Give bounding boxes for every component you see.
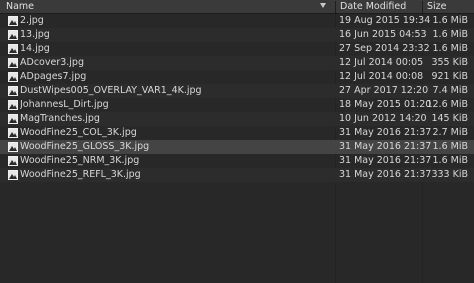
file-date-modified: 18 May 2015 01:20	[339, 99, 432, 110]
file-row[interactable]: WoodFine25_NRM_3K.jpg 31 May 2016 21:37 1.…	[0, 154, 474, 168]
file-size: 1.6 MiB	[432, 15, 468, 26]
size-column-header[interactable]: Size	[423, 0, 474, 14]
file-size: 921 KiB	[431, 71, 468, 82]
file-size: 1.6 MiB	[432, 155, 468, 166]
file-date-modified: 27 Sep 2014 23:32	[339, 43, 430, 54]
file-size: 12.6 MiB	[426, 99, 468, 110]
file-row[interactable]: DustWipes005_OVERLAY_VAR1_4K.jpg 27 Apr 2…	[0, 84, 474, 98]
file-row[interactable]: MagTranches.jpg 10 Jun 2012 14:20 145 KiB	[0, 112, 474, 126]
file-date-modified: 16 Jun 2015 04:53	[339, 29, 427, 40]
image-file-icon	[8, 58, 18, 68]
image-file-icon	[8, 16, 18, 26]
file-name: ADpages7.jpg	[20, 71, 87, 82]
file-row[interactable]: WoodFine25_REFL_3K.jpg 31 May 2016 21:37 3…	[0, 168, 474, 182]
file-date-modified: 12 Jul 2014 00:08	[339, 71, 424, 82]
file-size: 355 KiB	[431, 57, 468, 68]
file-name: WoodFine25_REFL_3K.jpg	[20, 169, 141, 180]
file-row[interactable]: WoodFine25_COL_3K.jpg 31 May 2016 21:37 2.…	[0, 126, 474, 140]
file-name: JohannesL_Dirt.jpg	[20, 99, 109, 110]
file-size: 7.4 MiB	[432, 85, 468, 96]
image-file-icon	[8, 30, 18, 40]
image-file-icon	[8, 170, 18, 180]
name-column-header[interactable]: Name	[0, 0, 335, 14]
file-name: MagTranches.jpg	[20, 113, 100, 124]
image-file-icon	[8, 44, 18, 54]
file-name: WoodFine25_NRM_3K.jpg	[20, 155, 140, 166]
image-file-icon	[8, 100, 18, 110]
file-date-modified: 31 May 2016 21:37	[339, 169, 432, 180]
file-list: 2.jpg 19 Aug 2015 19:34 1.6 MiB 13.jpg 16 Ju…	[0, 14, 474, 182]
image-file-icon	[8, 86, 18, 96]
file-date-modified: 31 May 2016 21:37	[339, 127, 432, 138]
file-row[interactable]: 14.jpg 27 Sep 2014 23:32 1.6 MiB	[0, 42, 474, 56]
file-row[interactable]: 2.jpg 19 Aug 2015 19:34 1.6 MiB	[0, 14, 474, 28]
sort-descending-icon[interactable]	[320, 3, 326, 8]
file-row[interactable]: JohannesL_Dirt.jpg 18 May 2015 01:20 12.6 …	[0, 98, 474, 112]
file-date-modified: 31 May 2016 21:37	[339, 141, 432, 152]
file-row[interactable]: WoodFine25_GLOSS_3K.jpg 31 May 2016 21:37…	[0, 140, 474, 154]
file-date-modified: 19 Aug 2015 19:34	[339, 15, 431, 26]
file-name: WoodFine25_GLOSS_3K.jpg	[20, 141, 150, 152]
file-name: WoodFine25_COL_3K.jpg	[20, 127, 137, 138]
file-name: 2.jpg	[20, 15, 44, 26]
image-file-icon	[8, 128, 18, 138]
image-file-icon	[8, 72, 18, 82]
file-name: ADcover3.jpg	[20, 57, 84, 68]
file-row[interactable]: ADpages7.jpg 12 Jul 2014 00:08 921 KiB	[0, 70, 474, 84]
file-size: 1.6 MiB	[432, 29, 468, 40]
file-row[interactable]: ADcover3.jpg 12 Jul 2014 00:05 355 KiB	[0, 56, 474, 70]
file-date-modified: 27 Apr 2017 12:20	[339, 85, 429, 96]
file-name: 13.jpg	[20, 29, 50, 40]
image-file-icon	[8, 142, 18, 152]
file-name: 14.jpg	[20, 43, 50, 54]
file-date-modified: 12 Jul 2014 00:05	[339, 57, 424, 68]
file-size: 1.6 MiB	[432, 141, 468, 152]
file-size: 333 KiB	[431, 169, 468, 180]
image-file-icon	[8, 156, 18, 166]
file-date-modified: 31 May 2016 21:37	[339, 155, 432, 166]
file-browser: Name Date Modified Size 2.jpg 19 Aug 2015…	[0, 0, 474, 283]
file-size: 145 KiB	[431, 113, 468, 124]
file-date-modified: 10 Jun 2012 14:20	[339, 113, 427, 124]
date-modified-column-header[interactable]: Date Modified	[336, 0, 422, 14]
file-size: 2.7 MiB	[432, 127, 468, 138]
file-size: 1.6 MiB	[432, 43, 468, 54]
file-row[interactable]: 13.jpg 16 Jun 2015 04:53 1.6 MiB	[0, 28, 474, 42]
image-file-icon	[8, 114, 18, 124]
file-name: DustWipes005_OVERLAY_VAR1_4K.jpg	[20, 85, 202, 96]
column-header: Name Date Modified Size	[0, 0, 474, 14]
